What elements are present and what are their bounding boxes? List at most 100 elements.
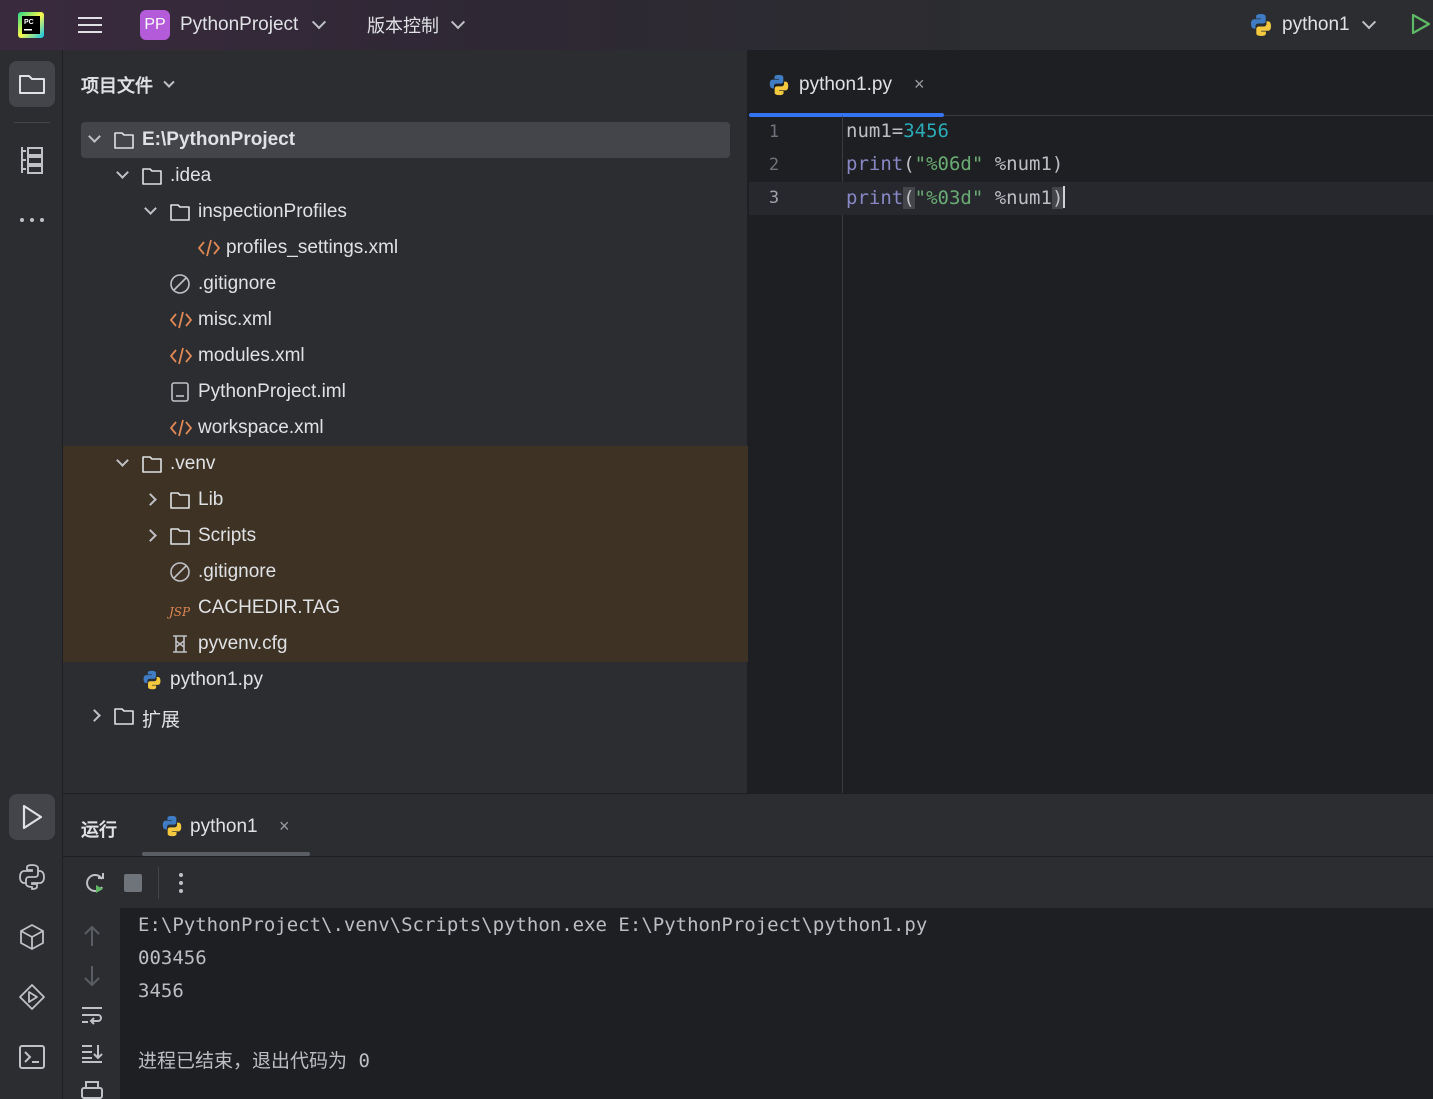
line-number: 3: [768, 188, 780, 208]
console-line: 3456: [138, 980, 184, 1002]
tree-item[interactable]: E:\PythonProject: [63, 122, 748, 158]
python-console-button[interactable]: [9, 854, 55, 900]
tree-item[interactable]: python1.py: [63, 662, 748, 698]
xml-file-icon: [169, 417, 193, 439]
main-menu-icon[interactable]: [78, 12, 104, 38]
tree-item[interactable]: JSP CACHEDIR.TAG: [63, 590, 748, 626]
structure-icon: [21, 147, 43, 174]
print-icon[interactable]: [80, 1080, 104, 1099]
title-bar: PC PP PythonProject 版本控制 python1: [0, 0, 1433, 50]
iml-file-icon: [169, 381, 191, 403]
tree-item[interactable]: .gitignore: [63, 554, 748, 590]
python-file-icon: [769, 74, 789, 96]
run-config-selector[interactable]: python1: [1248, 8, 1376, 42]
tree-item[interactable]: pyvenv.cfg: [63, 626, 748, 662]
more-tools-button[interactable]: [9, 197, 55, 243]
console-output[interactable]: E:\PythonProject\.venv\Scripts\python.ex…: [120, 908, 1433, 1099]
run-panel-title: 运行: [81, 820, 117, 840]
tree-item[interactable]: .venv: [63, 446, 748, 482]
tree-item[interactable]: profiles_settings.xml: [63, 230, 748, 266]
run-tool-button[interactable]: [9, 794, 55, 840]
python-packages-button[interactable]: [9, 914, 55, 960]
tree-item-label: modules.xml: [198, 345, 305, 366]
soft-wrap-icon[interactable]: [80, 1004, 104, 1026]
tree-item[interactable]: inspectionProfiles: [63, 194, 748, 230]
chevron-down-icon[interactable]: [144, 202, 157, 215]
more-vertical-icon[interactable]: [176, 871, 186, 895]
project-badge: PP: [140, 10, 170, 40]
chevron-right-icon[interactable]: [88, 709, 101, 722]
tree-item-label: inspectionProfiles: [198, 201, 347, 222]
project-tool-button[interactable]: [9, 61, 55, 107]
code-text: print("%06d" %num1): [846, 153, 1063, 175]
tree-item-label: Scripts: [198, 525, 257, 546]
vcs-menu-button[interactable]: 版本控制: [367, 8, 466, 42]
tree-item[interactable]: .idea: [63, 158, 748, 194]
code-line: 3 print("%03d" %num1): [749, 182, 1433, 215]
vcs-label: 版本控制: [367, 16, 439, 36]
code-token: print: [846, 153, 904, 175]
jsp-glyph: JSP: [169, 605, 191, 619]
tree-item-label: workspace.xml: [198, 417, 324, 438]
tool-window-strip: [0, 50, 63, 1099]
tree-item[interactable]: PythonProject.iml: [63, 374, 748, 410]
xml-file-icon: [197, 237, 221, 259]
tree-item[interactable]: 扩展: [63, 698, 748, 734]
chevron-down-icon[interactable]: [116, 454, 129, 467]
services-button[interactable]: [9, 974, 55, 1020]
tree-item-label: misc.xml: [198, 309, 272, 330]
tree-item-label: pyvenv.cfg: [198, 633, 288, 654]
tree-item[interactable]: Lib: [63, 482, 748, 518]
arrow-down-icon[interactable]: [81, 964, 103, 988]
chevron-right-icon[interactable]: [144, 493, 157, 506]
folder-icon: [169, 525, 191, 547]
terminal-icon: [19, 1045, 45, 1069]
run-config-name: python1: [1282, 14, 1350, 35]
project-switcher-button[interactable]: PP PythonProject: [140, 8, 327, 42]
chevron-down-icon[interactable]: [116, 166, 129, 179]
tree-item-label: CACHEDIR.TAG: [198, 597, 341, 618]
tree-item[interactable]: modules.xml: [63, 338, 748, 374]
cfg-file-icon: [169, 633, 191, 655]
tree-item[interactable]: Scripts: [63, 518, 748, 554]
scroll-to-end-icon[interactable]: [80, 1042, 104, 1064]
close-icon[interactable]: ×: [914, 74, 925, 95]
chevron-right-icon[interactable]: [144, 529, 157, 542]
project-tree: E:\PythonProject .idea inspectionProfiles p…: [63, 122, 748, 734]
editor-area: python1.py × 1 num1=3456 2 print("%06d" %nu…: [749, 50, 1433, 793]
folder-icon: [113, 705, 135, 727]
code-token: 3456: [903, 120, 949, 142]
xml-file-icon: [169, 345, 193, 367]
chevron-down-icon: [312, 15, 327, 30]
ignore-file-icon: [169, 273, 191, 295]
structure-tool-button[interactable]: [9, 137, 55, 183]
arrow-up-icon[interactable]: [81, 924, 103, 948]
run-tab-python1[interactable]: python1 ×: [142, 794, 310, 856]
rerun-icon[interactable]: [83, 871, 107, 895]
code-area[interactable]: 1 num1=3456 2 print("%06d" %num1) 3 print("%0…: [749, 116, 1433, 215]
tree-item-label: .venv: [170, 453, 216, 474]
code-token: %num1: [983, 187, 1052, 209]
pycharm-logo-icon[interactable]: PC: [18, 12, 44, 38]
packages-icon: [20, 924, 44, 950]
xml-file-icon: [169, 309, 193, 331]
project-view-selector[interactable]: 项目文件: [81, 72, 175, 98]
code-text: print("%03d" %num1): [846, 186, 1066, 209]
code-line: 1 num1=3456: [749, 116, 1433, 149]
editor-tab-python1[interactable]: python1.py ×: [749, 50, 944, 117]
tree-item[interactable]: misc.xml: [63, 302, 748, 338]
tree-item[interactable]: workspace.xml: [63, 410, 748, 446]
services-icon: [19, 984, 45, 1010]
code-token: (: [903, 187, 915, 209]
stop-icon[interactable]: [123, 873, 143, 893]
terminal-button[interactable]: [9, 1034, 55, 1080]
python-icon: [162, 815, 182, 837]
editor-tab-bar: python1.py ×: [749, 50, 1433, 117]
run-icon: [22, 804, 43, 830]
run-play-icon[interactable]: [1410, 12, 1432, 36]
tree-item-label: Lib: [198, 489, 224, 510]
close-icon[interactable]: ×: [279, 816, 290, 837]
more-icon: [20, 218, 44, 222]
tree-item-label: E:\PythonProject: [142, 129, 296, 150]
tree-item[interactable]: .gitignore: [63, 266, 748, 302]
